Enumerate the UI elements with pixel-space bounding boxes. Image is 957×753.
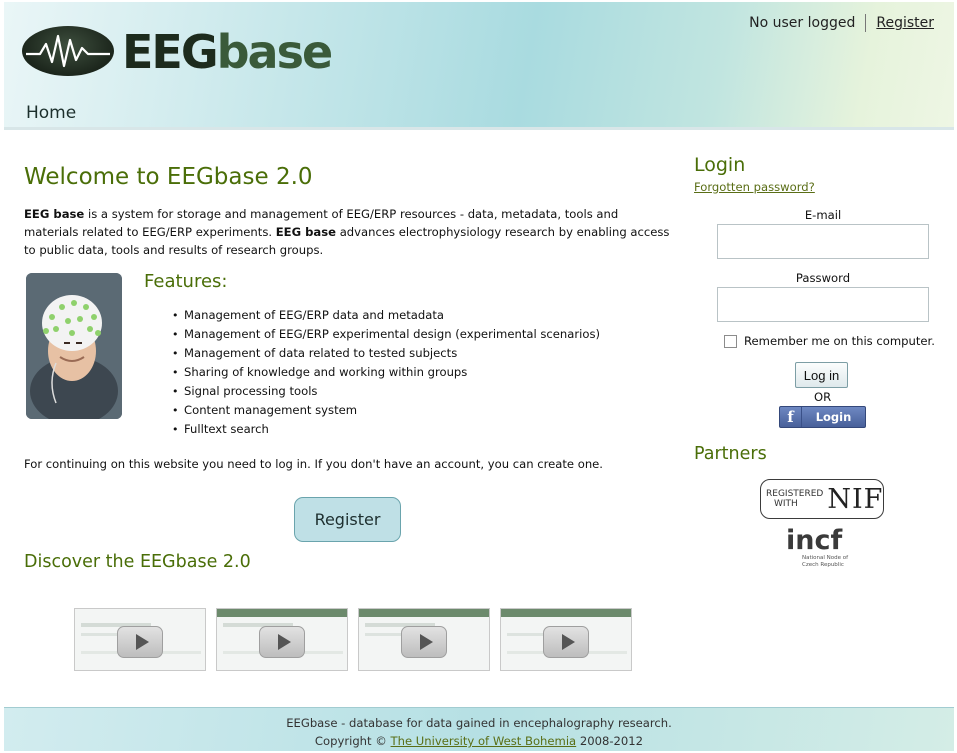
- logo-text-base: base: [216, 25, 334, 79]
- forgot-password-link[interactable]: Forgotten password?: [694, 180, 815, 194]
- partners-heading: Partners: [694, 444, 767, 464]
- video-thumbnails: [74, 608, 632, 671]
- nif-logo-line1: REGISTERED: [766, 489, 824, 499]
- email-label: E-mail: [804, 208, 842, 222]
- incf-partner-logo[interactable]: incf National Node of Czech Republic: [780, 527, 860, 573]
- logo-text-eeg: EEG: [122, 25, 219, 79]
- feature-item: Management of EEG/ERP data and metadata: [172, 306, 600, 325]
- video-thumbnail[interactable]: [216, 608, 348, 671]
- user-status: No user logged: [749, 15, 856, 31]
- nif-logo-big-text: NIF: [827, 483, 884, 515]
- thumb-header: [501, 609, 631, 617]
- feature-item: Content management system: [172, 401, 600, 420]
- remember-checkbox[interactable]: [724, 334, 737, 348]
- facebook-login-label: Login: [815, 410, 852, 424]
- site-header: EEGbase No user logged Register Home: [4, 2, 954, 130]
- intro-paragraph: EEG base is a system for storage and man…: [24, 205, 674, 259]
- feature-item: Management of EEG/ERP experimental desig…: [172, 325, 600, 344]
- email-field[interactable]: [717, 224, 929, 259]
- play-icon[interactable]: [401, 626, 447, 658]
- nif-partner-logo[interactable]: REGISTERED WITH NIF: [760, 479, 884, 519]
- incf-logo-text: incf: [786, 525, 843, 556]
- play-icon[interactable]: [117, 626, 163, 658]
- incf-logo-sub-1: National Node of: [802, 555, 849, 561]
- password-field[interactable]: [717, 287, 929, 322]
- login-heading: Login: [694, 154, 746, 176]
- video-thumbnail[interactable]: [358, 608, 490, 671]
- thumb-line: [365, 633, 405, 636]
- login-button[interactable]: Log in: [795, 362, 848, 388]
- intro-brand: EEG base: [24, 207, 85, 221]
- copyright-prefix: Copyright ©: [314, 734, 391, 748]
- thumb-header: [217, 609, 347, 617]
- footer-copyright: Copyright © The University of West Bohem…: [4, 732, 954, 750]
- thumb-header: [359, 609, 489, 617]
- login-notice: For continuing on this website you need …: [24, 457, 603, 471]
- thumb-line: [507, 633, 547, 636]
- page-title: Welcome to EEGbase 2.0: [24, 164, 313, 190]
- incf-logo-sub-2: Czech Republic: [802, 562, 844, 568]
- header-register-link[interactable]: Register: [876, 15, 934, 31]
- user-bar: No user logged Register: [749, 14, 934, 32]
- divider: [865, 14, 867, 32]
- nav-home-link[interactable]: Home: [26, 103, 76, 123]
- play-icon[interactable]: [543, 626, 589, 658]
- feature-item: Sharing of knowledge and working within …: [172, 363, 600, 382]
- thumb-line: [81, 633, 121, 636]
- features-heading: Features:: [144, 271, 228, 292]
- feature-item: Fulltext search: [172, 420, 600, 439]
- nif-logo-small-text: REGISTERED WITH: [766, 489, 823, 509]
- video-thumbnail[interactable]: [500, 608, 632, 671]
- footer-tagline: EEGbase - database for data gained in en…: [286, 716, 672, 730]
- site-footer: EEGbase - database for data gained in en…: [4, 707, 954, 751]
- copyright-years: 2008-2012: [576, 734, 644, 748]
- university-link[interactable]: The University of West Bohemia: [391, 734, 577, 748]
- site-logo-text[interactable]: EEGbase: [122, 24, 334, 80]
- intro-brand-2: EEG base: [275, 225, 337, 239]
- video-thumbnail[interactable]: [74, 608, 206, 671]
- feature-item: Signal processing tools: [172, 382, 600, 401]
- facebook-login-button[interactable]: f Login: [779, 406, 866, 428]
- remember-me[interactable]: Remember me on this computer.: [724, 334, 935, 348]
- play-icon[interactable]: [259, 626, 305, 658]
- features-list: Management of EEG/ERP data and metadata …: [172, 306, 600, 439]
- nif-logo-line2: WITH: [774, 499, 798, 509]
- eeg-cap-photo: [26, 273, 122, 419]
- discover-heading: Discover the EEGbase 2.0: [24, 552, 251, 572]
- register-button[interactable]: Register: [294, 497, 401, 542]
- remember-label: Remember me on this computer.: [744, 334, 935, 348]
- feature-item: Management of data related to tested sub…: [172, 344, 600, 363]
- eeg-wave-logo-icon[interactable]: [22, 26, 114, 76]
- facebook-icon: f: [780, 407, 802, 427]
- password-label: Password: [795, 271, 851, 285]
- or-separator: OR: [814, 390, 832, 404]
